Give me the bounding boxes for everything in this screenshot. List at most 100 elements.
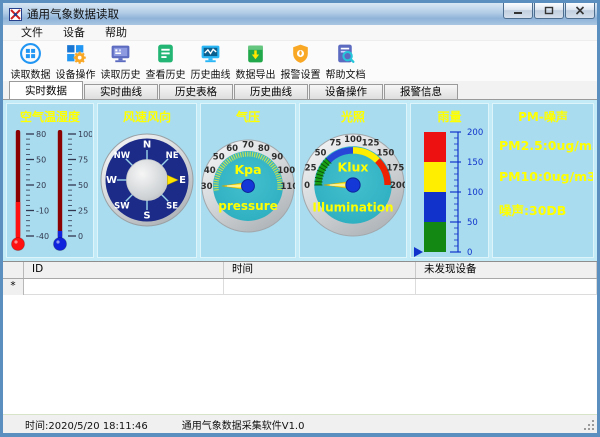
svg-text:0: 0 [467, 248, 472, 258]
grid-cell[interactable] [416, 279, 597, 295]
toolbar-label: 读取历史 [101, 66, 141, 81]
titlebar[interactable]: 通用气象数据读取 [3, 3, 597, 25]
minimize-button[interactable] [503, 3, 533, 19]
panel-title: PM-噪声 [493, 104, 593, 122]
toolbar-read-data[interactable]: 读取数据 [8, 41, 53, 81]
toolbar-help-doc[interactable]: 帮助文档 [323, 41, 368, 81]
menu-file[interactable]: 文件 [11, 25, 53, 40]
toolbar-read-history[interactable]: 读取历史 [98, 41, 143, 81]
rain-bar: 200 150 100 50 0 [412, 124, 488, 258]
grid-header-time[interactable]: 时间 [224, 262, 416, 278]
svg-text:75: 75 [78, 156, 88, 165]
svg-text:200: 200 [467, 128, 483, 138]
grid-header-selector[interactable] [3, 262, 24, 278]
svg-text:50: 50 [36, 156, 46, 165]
wind-compass: NNEESESSWWNW [98, 128, 196, 232]
toolbar-label: 查看历史 [146, 66, 186, 81]
grid-header-device[interactable]: 未发现设备 [416, 262, 597, 278]
minimize-icon [513, 6, 523, 15]
panel-rain: 雨量 200 150 100 50 0 [410, 103, 489, 258]
grid-row-marker[interactable]: * [3, 279, 24, 295]
svg-text:80: 80 [36, 130, 46, 139]
tab-device-operate[interactable]: 设备操作 [309, 84, 383, 99]
svg-text:100: 100 [344, 135, 362, 145]
svg-text:50: 50 [315, 149, 327, 159]
svg-text:90: 90 [271, 153, 283, 163]
svg-text:0: 0 [304, 181, 310, 191]
svg-text:SW: SW [114, 201, 130, 211]
panel-title: 雨量 [411, 104, 488, 122]
svg-text:200: 200 [390, 181, 405, 191]
toolbar-label: 设备操作 [56, 66, 96, 81]
grid-cell[interactable] [24, 279, 224, 295]
app-icon [9, 8, 22, 21]
pm25-value: PM2.5:0ug/m3 [493, 138, 593, 153]
svg-text:25: 25 [78, 207, 88, 216]
menu-device[interactable]: 设备 [53, 25, 95, 40]
close-button[interactable] [565, 3, 595, 19]
svg-text:150: 150 [377, 149, 395, 159]
toolbar-alarm-settings[interactable]: 报警设置 [278, 41, 323, 81]
panel-title: 光照 [300, 104, 406, 122]
toolbar-history-curve[interactable]: 历史曲线 [188, 41, 233, 81]
svg-text:N: N [143, 140, 151, 151]
toolbar-view-history[interactable]: 查看历史 [143, 41, 188, 81]
svg-text:0: 0 [78, 232, 83, 241]
svg-text:100: 100 [467, 188, 483, 198]
tab-history-curve[interactable]: 历史曲线 [234, 84, 308, 99]
toolbar-label: 数据导出 [236, 66, 276, 81]
svg-text:40: 40 [204, 166, 216, 176]
panel-pm-noise: PM-噪声 PM2.5:0ug/m3 PM10:0ug/m3 噪声:30DB [492, 103, 594, 258]
document-lines-icon [154, 42, 177, 65]
statusbar: 时间:2020/5/20 18:11:46 通用气象数据采集软件V1.0 [3, 414, 597, 433]
panel-title: 空气温湿度 [7, 104, 93, 122]
panel-temp-humidity: 空气温湿度 805020-10-40 1007550250 [6, 103, 94, 258]
grid-new-row[interactable]: * [3, 279, 597, 295]
monitor-icon [109, 42, 132, 65]
status-time: 时间:2020/5/20 18:11:46 [25, 417, 148, 432]
panel-title: 风速风向 [98, 104, 196, 122]
panel-illumination: 光照 0255075100125150175200KluxIlluminatio… [299, 103, 407, 258]
toolbar-label: 读取数据 [11, 66, 51, 81]
menubar: 文件 设备 帮助 [3, 25, 597, 41]
temperature-thermometer: 805020-10-40 [8, 122, 50, 254]
resize-grip-icon[interactable] [584, 420, 596, 432]
svg-text:125: 125 [362, 139, 380, 149]
pressure-gauge: 30405060708090100110Kpapressure [201, 126, 295, 244]
svg-text:100: 100 [78, 130, 92, 139]
svg-text:Kpa: Kpa [234, 162, 261, 177]
toolbar-label: 历史曲线 [191, 66, 231, 81]
maximize-icon [544, 6, 554, 15]
globe-grid-icon [19, 42, 42, 65]
svg-text:30: 30 [201, 182, 213, 192]
svg-text:60: 60 [226, 144, 238, 154]
svg-text:W: W [106, 175, 117, 186]
grid-cell[interactable] [224, 279, 416, 295]
document-search-icon [334, 42, 357, 65]
humidity-thermometer: 100 75 50 25 0 [50, 122, 92, 254]
svg-text:Klux: Klux [338, 160, 369, 175]
tab-alarm-info[interactable]: 报警信息 [384, 84, 458, 99]
panel-pressure: 气压 30405060708090100110Kpapressure [200, 103, 296, 258]
tab-realtime-curve[interactable]: 实时曲线 [84, 84, 158, 99]
tab-realtime-data[interactable]: 实时数据 [9, 81, 83, 99]
pm10-value: PM10:0ug/m3 [493, 169, 593, 184]
svg-text:pressure: pressure [218, 199, 278, 213]
svg-text:50: 50 [78, 181, 88, 190]
maximize-button[interactable] [534, 3, 564, 19]
tab-history-table[interactable]: 历史表格 [159, 84, 233, 99]
svg-text:100: 100 [277, 166, 295, 176]
panel-title: 气压 [201, 104, 295, 122]
toolbar-device-operate[interactable]: 设备操作 [53, 41, 98, 81]
grid-header-id[interactable]: ID [24, 262, 224, 278]
toolbar-label: 帮助文档 [326, 66, 366, 81]
toolbar-label: 报警设置 [281, 66, 321, 81]
svg-text:75: 75 [330, 139, 342, 149]
export-box-icon [244, 42, 267, 65]
svg-text:20: 20 [36, 181, 46, 190]
svg-text:150: 150 [467, 158, 483, 168]
menu-help[interactable]: 帮助 [95, 25, 137, 40]
grid-empty-area [3, 295, 597, 414]
svg-text:50: 50 [467, 218, 478, 228]
toolbar-data-export[interactable]: 数据导出 [233, 41, 278, 81]
